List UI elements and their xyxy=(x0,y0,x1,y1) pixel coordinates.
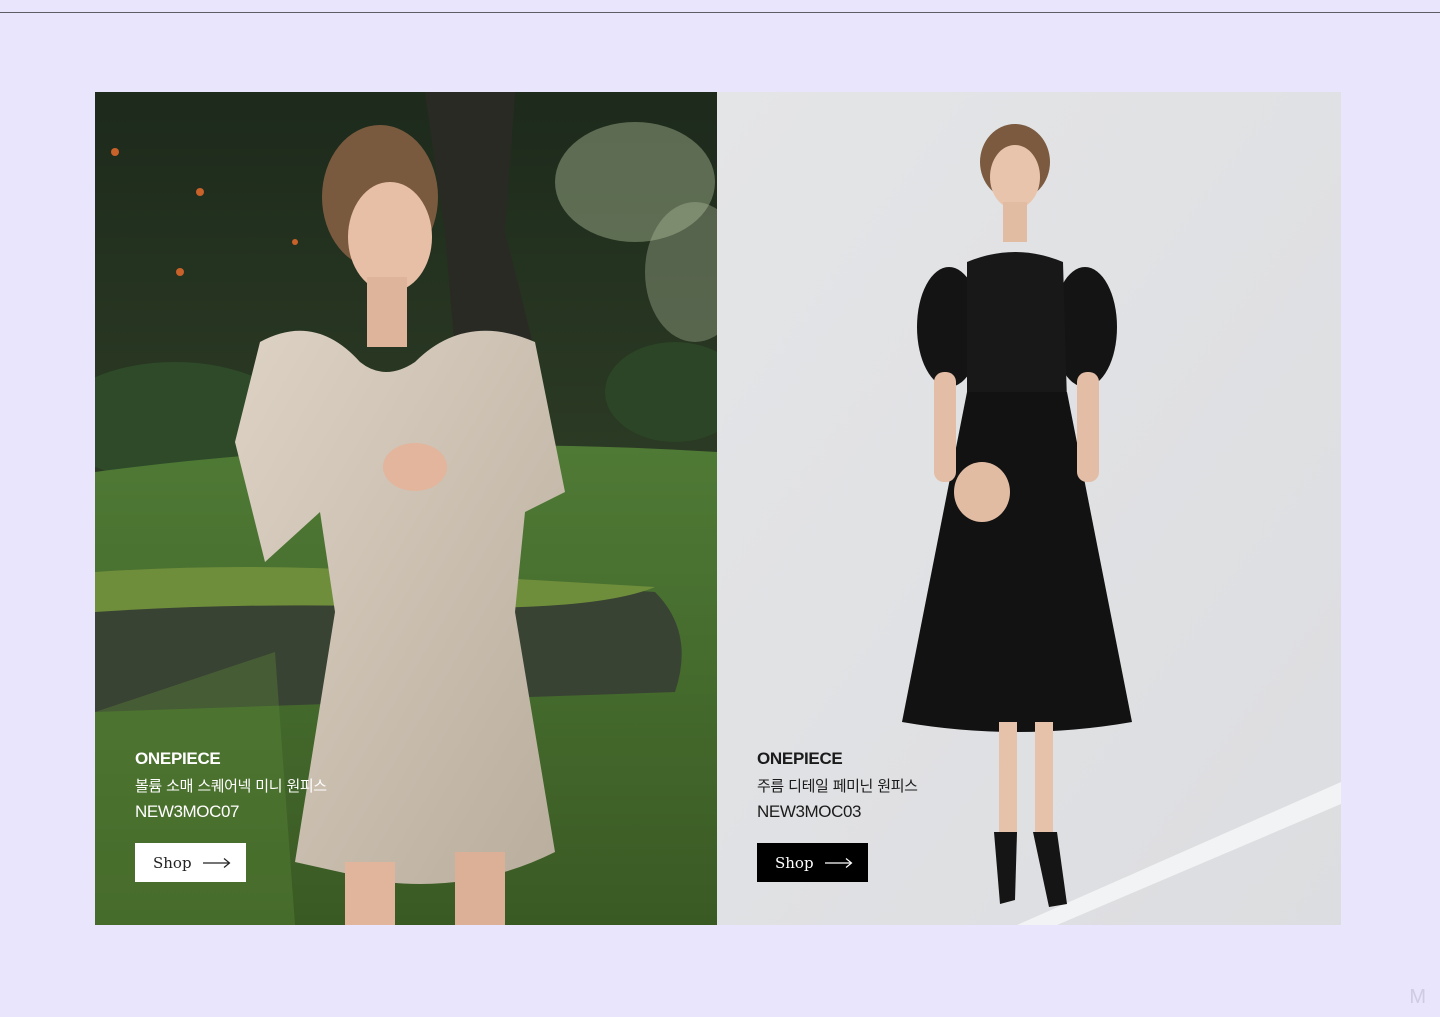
product-code: NEW3MOC07 xyxy=(135,802,240,821)
product-name[interactable]: 볼륨 소매 스퀘어넥 미니 원피스 xyxy=(135,775,327,797)
product-category: ONEPIECE xyxy=(135,749,221,768)
product-name[interactable]: 주름 디테일 페미닌 원피스 xyxy=(757,775,918,797)
shop-button-left[interactable]: Shop xyxy=(135,843,246,882)
product-card-left[interactable]: ONEPIECE 볼륨 소매 스퀘어넥 미니 원피스 NEW3MOC07 Sho… xyxy=(95,92,717,925)
shop-button-label: Shop xyxy=(153,853,192,872)
product-card-right[interactable]: ONEPIECE 주름 디테일 페미닌 원피스 NEW3MOC03 Shop xyxy=(717,92,1341,925)
corner-logo-mark: M xyxy=(1409,986,1426,1008)
product-caption-left: ONEPIECE 볼륨 소매 스퀘어넥 미니 원피스 NEW3MOC07 xyxy=(135,748,327,823)
product-caption-right: ONEPIECE 주름 디테일 페미닌 원피스 NEW3MOC03 xyxy=(757,748,918,823)
shop-button-right[interactable]: Shop xyxy=(757,843,868,882)
product-category: ONEPIECE xyxy=(757,749,843,768)
shop-button-label: Shop xyxy=(775,853,814,872)
arrow-right-icon xyxy=(825,858,853,868)
arrow-right-icon xyxy=(203,858,231,868)
top-divider xyxy=(0,12,1440,13)
product-code: NEW3MOC03 xyxy=(757,802,862,821)
